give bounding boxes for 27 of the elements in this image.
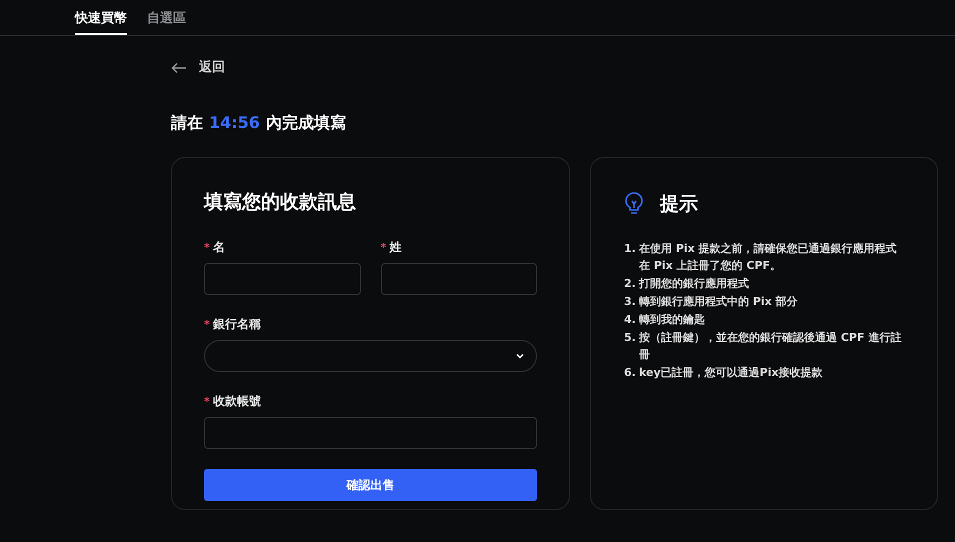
required-mark: * (204, 396, 210, 406)
chevron-down-icon (516, 353, 524, 359)
lightbulb-icon (624, 192, 644, 216)
confirm-sell-button[interactable]: 確認出售 (204, 469, 537, 501)
tip-item: 3. 轉到銀行應用程式中的 Pix 部分 (624, 294, 799, 310)
field-label: 收款帳號 (212, 393, 261, 410)
tip-item: 2. 打開您的銀行應用程式 (624, 276, 750, 292)
field-label: 姓 (389, 239, 402, 256)
tab[interactable]: 自選區 (147, 0, 186, 35)
arrow-left-icon (171, 62, 187, 74)
bank-select[interactable] (204, 340, 537, 372)
required-mark: * (380, 242, 386, 252)
input-field[interactable] (204, 417, 537, 449)
back-link[interactable]: 返回 (171, 58, 225, 78)
deadline-text: 請在 14:56 內完成填寫 (171, 112, 347, 134)
tips-title: 提示 (660, 192, 698, 216)
tip-item: 6. key已註冊，您可以通過Pix接收提款 (624, 365, 824, 381)
required-mark: * (204, 242, 210, 252)
field-label: 銀行名稱 (212, 316, 261, 333)
tip-item: 1. 在使用 Pix 提款之前，請確保您已通過銀行應用程式在 Pix 上註冊了您的 CPF。 (624, 241, 898, 274)
required-mark: * (204, 318, 210, 330)
tip-item: 4. 轉到我的鑰匙 (624, 312, 706, 328)
input-field[interactable] (380, 263, 537, 295)
form-title: 填寫您的收款訊息 (204, 190, 357, 214)
tab[interactable]: 快速買幣 (75, 0, 127, 35)
input-field[interactable] (204, 263, 360, 295)
field-label: 名 (212, 239, 225, 256)
